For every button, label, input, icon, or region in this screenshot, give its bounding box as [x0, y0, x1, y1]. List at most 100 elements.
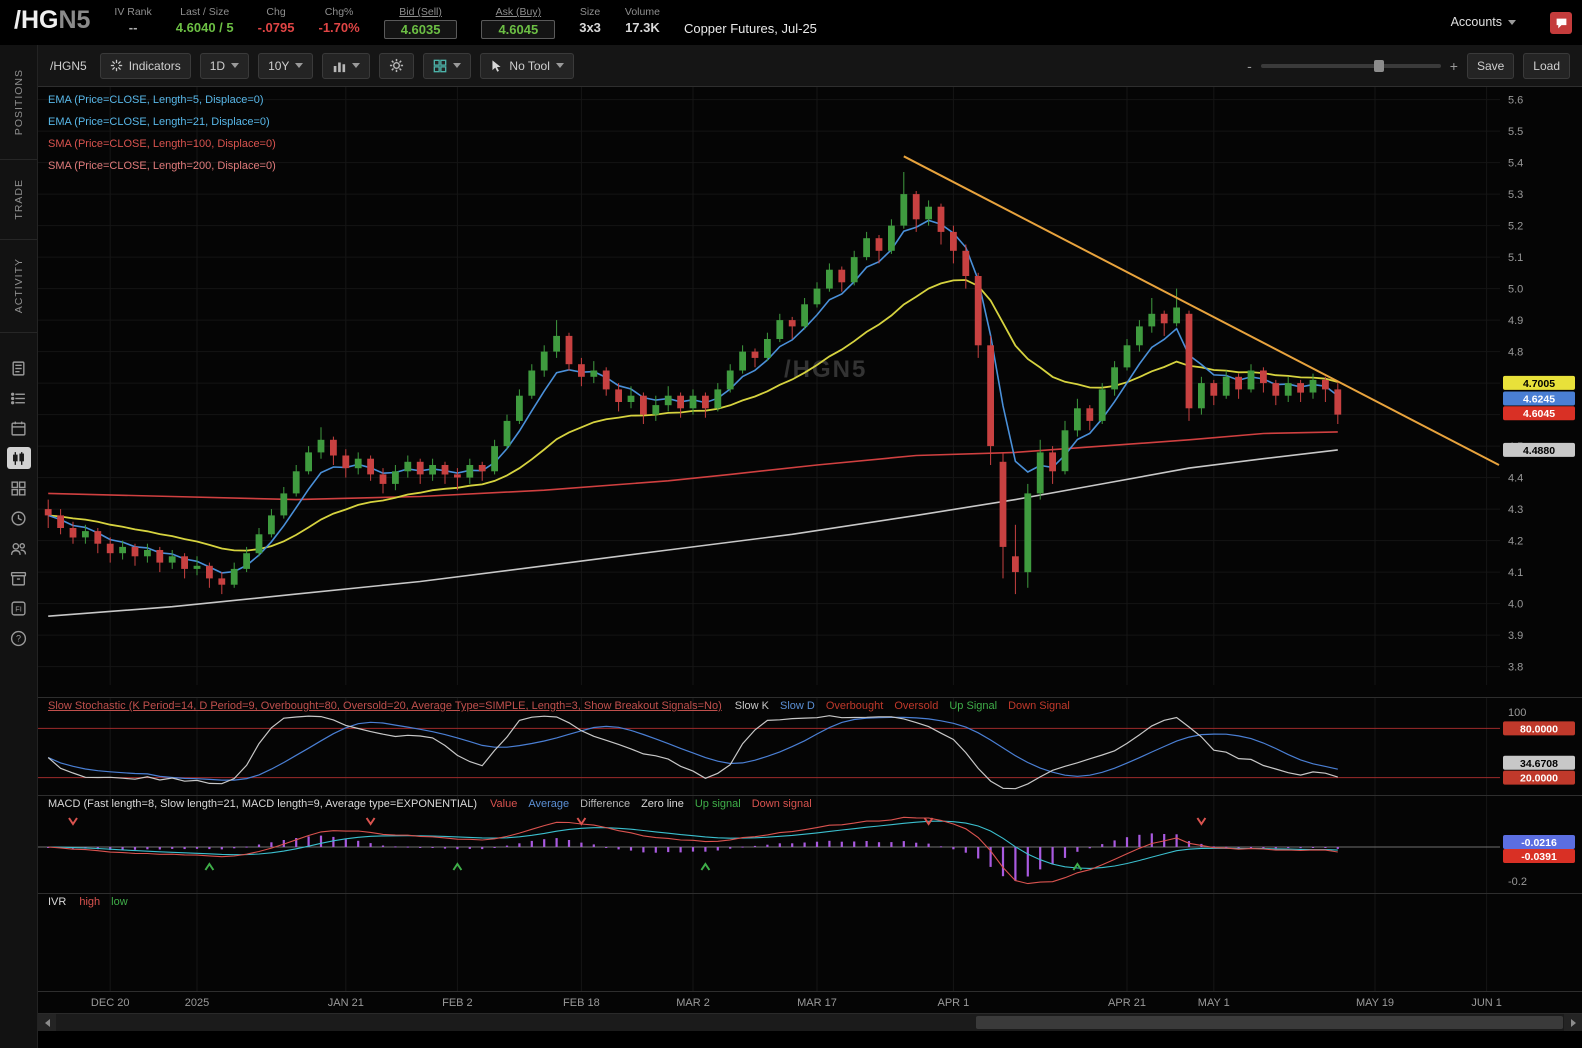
zoom-slider-thumb[interactable] [1374, 59, 1385, 72]
zoom-in-button[interactable]: + [1450, 58, 1458, 74]
help-icon[interactable]: ? [7, 627, 31, 649]
chevron-down-icon [453, 63, 462, 68]
ivr-panel[interactable]: IVR high low [38, 893, 1582, 992]
svg-text:-0.0391: -0.0391 [1521, 851, 1557, 863]
scrollbar-thumb[interactable] [975, 1016, 1563, 1029]
legend-down-signal: Down signal [751, 798, 812, 810]
x-axis-label: MAY 19 [1355, 997, 1395, 1009]
svg-text:FI: FI [15, 604, 22, 613]
x-axis-label: FEB 18 [563, 997, 600, 1009]
legend-average: Average [528, 798, 570, 810]
grid-layout-dropdown[interactable] [423, 52, 472, 79]
cursor-icon [492, 59, 501, 72]
field-size: Size 3x3 [579, 6, 601, 35]
ask-button[interactable]: Ask (Buy) 4.6045 [481, 3, 556, 39]
scroll-right-button[interactable] [1564, 1014, 1582, 1031]
time-axis[interactable]: DEC 20 2025 JAN 21 FEB 2 FEB 18 MAR 2 MAR 17 AP… [38, 991, 1582, 1013]
macd-study-label[interactable]: MACD (Fast length=8, Slow length=21, MAC… [48, 798, 477, 810]
grid-icon[interactable] [7, 477, 31, 499]
stochastic-study-label[interactable]: Slow Stochastic (K Period=14, D Period=9… [48, 700, 722, 712]
accounts-dropdown[interactable]: Accounts [1451, 3, 1516, 29]
x-axis-label: JUN 1 [1471, 997, 1502, 1009]
x-axis-label: APR 1 [937, 997, 970, 1009]
zoom-control: - + [1247, 58, 1458, 74]
chart-icon[interactable] [6, 447, 31, 469]
time-scrollbar[interactable] [38, 1013, 1582, 1031]
field-last-size: Last / Size 4.6040 / 5 [175, 6, 234, 35]
svg-text:5.3: 5.3 [1508, 189, 1523, 201]
svg-text:4.4880: 4.4880 [1523, 445, 1555, 457]
field-volume: Volume 17.3K [624, 6, 660, 35]
history-icon[interactable] [7, 507, 31, 529]
legend-slow-k: Slow K [734, 700, 769, 712]
bid-button[interactable]: Bid (Sell) 4.6035 [383, 3, 458, 39]
svg-text:34.6708: 34.6708 [1520, 758, 1558, 770]
svg-text:5.0: 5.0 [1508, 284, 1523, 296]
study-label-sma100[interactable]: SMA (Price=CLOSE, Length=100, Displace=0… [48, 133, 276, 155]
support-chat-button[interactable] [1550, 12, 1572, 34]
bar-chart-icon [334, 62, 346, 72]
save-button[interactable]: Save [1466, 52, 1515, 79]
legend-up-signal: Up signal [694, 798, 741, 810]
ivr-study-label[interactable]: IVR [48, 896, 66, 908]
field-iv-rank: IV Rank -- [114, 6, 152, 35]
report-icon[interactable] [7, 357, 31, 379]
svg-text:4.1: 4.1 [1508, 567, 1523, 579]
scroll-left-button[interactable] [38, 1014, 56, 1031]
contacts-icon[interactable] [7, 537, 31, 559]
legend-slow-d: Slow D [780, 700, 815, 712]
left-sidebar: POSITIONS TRADE ACTIVITY FI ? [0, 45, 38, 1048]
sidebar-tab-trade[interactable]: TRADE [0, 160, 37, 240]
svg-text:4.2: 4.2 [1508, 536, 1523, 548]
study-label-sma200[interactable]: SMA (Price=CLOSE, Length=200, Displace=0… [48, 155, 276, 177]
stochastic-panel[interactable]: 100 80.0000 34.6708 20.0000 Slow Stochastic… [38, 697, 1582, 796]
chart-type-dropdown[interactable] [322, 52, 371, 79]
timeframe-dropdown[interactable]: 1D [199, 52, 250, 79]
macd-legend: MACD (Fast length=8, Slow length=21, MAC… [48, 798, 823, 810]
watchlist-icon[interactable] [7, 387, 31, 409]
sidebar-tab-positions[interactable]: POSITIONS [0, 45, 37, 160]
legend-oversold: Oversold [894, 700, 939, 712]
study-label-ema5[interactable]: EMA (Price=CLOSE, Length=5, Displace=0) [48, 89, 276, 111]
sidebar-tab-activity[interactable]: ACTIVITY [0, 240, 37, 333]
range-dropdown[interactable]: 10Y [258, 52, 314, 79]
drawing-tool-dropdown[interactable]: No Tool [480, 52, 574, 79]
settings-gear-button[interactable] [379, 52, 415, 79]
chevron-down-icon [555, 63, 564, 68]
price-panel[interactable]: 5.65.55.45.35.25.15.04.94.84.74.64.54.44… [38, 87, 1582, 697]
archive-icon[interactable] [7, 567, 31, 589]
chat-icon [1556, 18, 1566, 28]
fi-icon[interactable]: FI [7, 597, 31, 619]
svg-text:?: ? [16, 633, 21, 643]
svg-text:4.9: 4.9 [1508, 315, 1523, 327]
gear-icon [390, 58, 404, 73]
macd-panel[interactable]: -0.2 -0.0216 -0.0391 MACD (Fast length=8, … [38, 795, 1582, 894]
sidebar-icons: FI ? [0, 333, 37, 649]
chart-module: /HGN5 Indicators 1D 10Y No Tool - + Save… [38, 45, 1582, 1048]
svg-text:4.7005: 4.7005 [1523, 378, 1555, 390]
x-axis-label: DEC 20 [90, 997, 130, 1009]
load-button[interactable]: Load [1523, 52, 1570, 79]
svg-text:4.4: 4.4 [1508, 473, 1523, 485]
toolbar-symbol: /HGN5 [50, 58, 87, 73]
x-axis-label: APR 21 [1108, 997, 1146, 1009]
layout-grid-icon [434, 59, 447, 72]
calendar-icon[interactable] [7, 417, 31, 439]
chevron-down-icon [352, 63, 361, 68]
svg-text:5.2: 5.2 [1508, 221, 1523, 233]
zoom-slider[interactable] [1260, 59, 1441, 72]
legend-down-signal: Down Signal [1008, 700, 1070, 712]
chevron-down-icon [295, 63, 304, 68]
svg-text:5.4: 5.4 [1508, 158, 1523, 170]
study-label-ema21[interactable]: EMA (Price=CLOSE, Length=21, Displace=0) [48, 111, 276, 133]
chevron-down-icon [1508, 19, 1516, 25]
chart-toolbar: /HGN5 Indicators 1D 10Y No Tool - + Save… [38, 45, 1582, 87]
right-arrow-icon [1570, 1018, 1576, 1027]
scrollbar-track[interactable] [56, 1014, 1564, 1031]
svg-text:4.8: 4.8 [1508, 347, 1523, 359]
trading-platform: /HGN5 IV Rank -- Last / Size 4.6040 / 5 … [0, 0, 1582, 1048]
x-axis-label: MAY 1 [1197, 997, 1230, 1009]
zoom-out-button[interactable]: - [1247, 58, 1252, 74]
svg-text:3.8: 3.8 [1508, 662, 1523, 674]
indicators-button[interactable]: Indicators [99, 52, 191, 79]
